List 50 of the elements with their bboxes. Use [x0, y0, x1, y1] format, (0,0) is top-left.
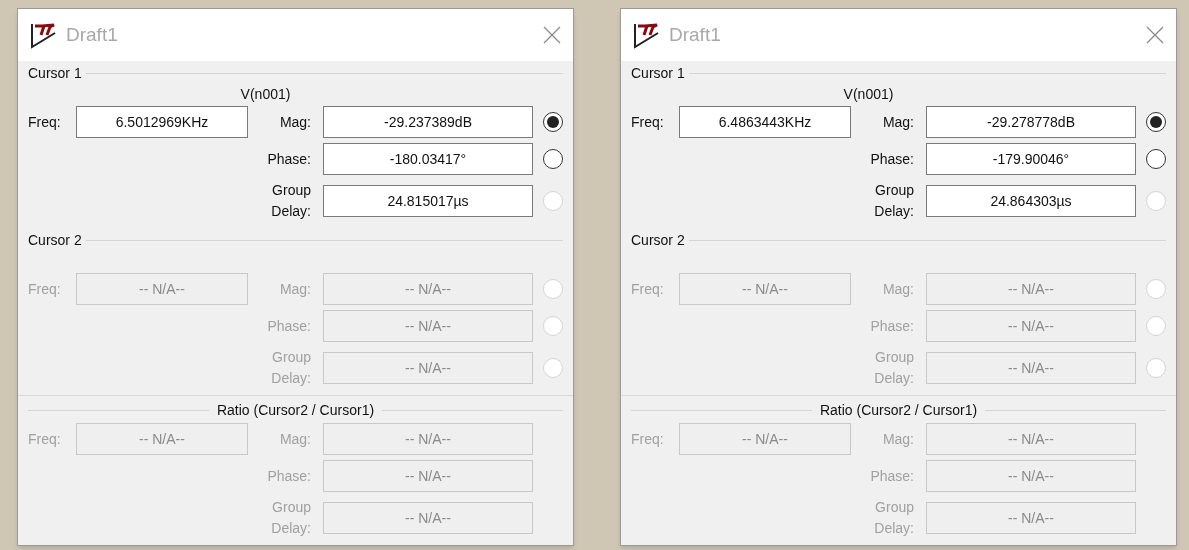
field-label: Group Delay: [873, 348, 915, 388]
app-logo-icon [633, 21, 661, 49]
field-label: Group Delay: [873, 498, 915, 538]
value-field[interactable]: -29.237389dB [323, 106, 533, 138]
field-label: Mag: [881, 112, 915, 132]
value-field[interactable]: -179.90046° [926, 143, 1136, 175]
field-label: Group Delay: [270, 498, 312, 538]
radio-button[interactable] [543, 112, 563, 132]
field-label: Phase: [869, 466, 915, 486]
close-icon[interactable] [1146, 26, 1164, 44]
section-title: Cursor 1 [631, 64, 685, 83]
radio-button[interactable] [1146, 149, 1166, 169]
section-title: Cursor 2 [28, 231, 82, 250]
value-field[interactable]: -180.03417° [323, 143, 533, 175]
section-title: Cursor 2 [631, 231, 685, 250]
freq-label: Freq: [631, 429, 665, 449]
freq-field[interactable]: 6.4863443KHz [679, 106, 851, 138]
trace-name: V(n001) [240, 85, 291, 104]
value-field[interactable]: 24.815017µs [323, 185, 533, 217]
field-label: Phase: [869, 149, 915, 169]
field-label: Phase: [266, 466, 312, 486]
field-label: Group Delay: [873, 181, 915, 221]
field-label: Phase: [266, 149, 312, 169]
freq-label: Freq: [631, 112, 665, 132]
window-title: Draft1 [669, 22, 722, 47]
field-label: Phase: [869, 316, 915, 336]
field-label: Mag: [278, 279, 312, 299]
value-field[interactable]: 24.864303µs [926, 185, 1136, 217]
freq-field[interactable]: 6.5012969KHz [76, 106, 248, 138]
field-label: Group Delay: [270, 181, 312, 221]
app-logo-icon [30, 21, 58, 49]
close-icon[interactable] [543, 26, 561, 44]
freq-label: Freq: [28, 429, 62, 449]
field-label: Group Delay: [270, 348, 312, 388]
window-title: Draft1 [66, 22, 119, 47]
section-title: Ratio (Cursor2 / Cursor1) [216, 401, 375, 420]
freq-label: Freq: [28, 112, 62, 132]
radio-button[interactable] [1146, 112, 1166, 132]
field-label: Mag: [278, 112, 312, 132]
freq-label: Freq: [631, 279, 665, 299]
value-field[interactable]: -29.278778dB [926, 106, 1136, 138]
radio-button[interactable] [543, 149, 563, 169]
section-title: Ratio (Cursor2 / Cursor1) [819, 401, 978, 420]
field-label: Phase: [266, 316, 312, 336]
freq-label: Freq: [28, 279, 62, 299]
trace-name: V(n001) [843, 85, 894, 104]
field-label: Mag: [881, 279, 915, 299]
field-label: Mag: [881, 429, 915, 449]
section-title: Cursor 1 [28, 64, 82, 83]
field-label: Mag: [278, 429, 312, 449]
